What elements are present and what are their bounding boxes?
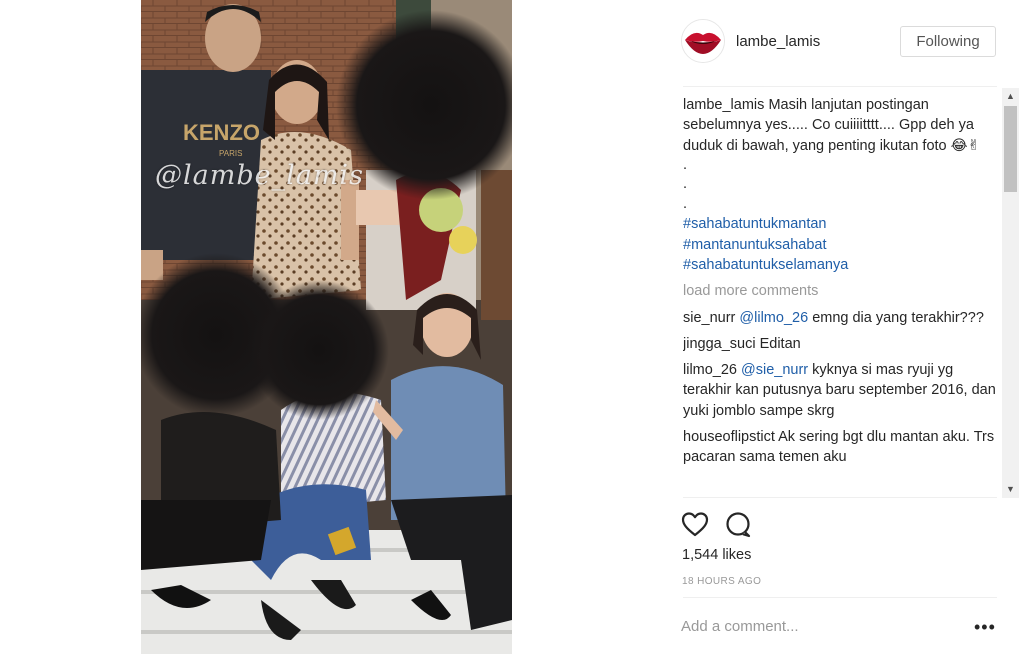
comment-text: Editan bbox=[759, 335, 801, 352]
comment-text: emng dia yang terakhir??? bbox=[812, 309, 984, 326]
hashtag-link[interactable]: #sahabatuntukmantan bbox=[683, 214, 1001, 234]
more-options-icon[interactable]: ••• bbox=[974, 618, 996, 636]
header-divider bbox=[683, 86, 997, 87]
post-timestamp[interactable]: 18 HOURS AGO bbox=[682, 576, 761, 587]
load-more-comments-link[interactable]: load more comments bbox=[683, 281, 1001, 301]
caption-dots: . . . bbox=[683, 156, 1001, 215]
comment-item: lilmo_26 @sie_nurr kyknya si mas ryuji y… bbox=[683, 360, 1001, 421]
svg-text:KENZO: KENZO bbox=[183, 120, 260, 145]
comment-username[interactable]: jingga_suci bbox=[683, 336, 756, 352]
comment-username[interactable]: lilmo_26 bbox=[683, 362, 737, 378]
author-avatar[interactable] bbox=[681, 19, 725, 63]
comment-username[interactable]: sie_nurr bbox=[683, 310, 735, 326]
comment-mention[interactable]: @sie_nurr bbox=[741, 362, 808, 378]
hashtag-link[interactable]: #sahabatuntukselamanya bbox=[683, 255, 1001, 275]
post-detail-panel: lambe_lamis Following lambe_lamis Masih … bbox=[667, 0, 1024, 654]
speech-bubble-icon[interactable] bbox=[724, 511, 752, 539]
add-comment-input[interactable] bbox=[681, 612, 951, 640]
comment-item: houseoflipstict Ak sering bgt dlu mantan… bbox=[683, 427, 1001, 468]
caption-dot: . bbox=[683, 176, 688, 193]
comment-item: sie_nurr @lilmo_26 emng dia yang terakhi… bbox=[683, 308, 1001, 328]
actions-divider bbox=[683, 497, 997, 498]
comment-username[interactable]: houseoflipstict bbox=[683, 429, 775, 445]
comments-scrollbar[interactable]: ▲ ▼ bbox=[1002, 88, 1019, 498]
caption-dot: . bbox=[683, 195, 688, 212]
post-header: lambe_lamis Following bbox=[667, 0, 1024, 85]
svg-text:PARIS: PARIS bbox=[219, 149, 242, 158]
hashtag-link[interactable]: #mantanuntuksahabat bbox=[683, 235, 1001, 255]
caption-dot: . bbox=[683, 156, 688, 173]
footer-divider bbox=[683, 597, 997, 598]
scroll-down-icon[interactable]: ▼ bbox=[1002, 481, 1019, 498]
comment-mention[interactable]: @lilmo_26 bbox=[739, 310, 808, 326]
following-button[interactable]: Following bbox=[900, 26, 996, 57]
heart-icon[interactable] bbox=[681, 511, 709, 539]
comment-item: jingga_suci Editan bbox=[683, 334, 1001, 354]
post-photo[interactable]: KENZO PARIS @lambe_lamis bbox=[141, 0, 512, 654]
photo-watermark: @lambe_lamis bbox=[155, 160, 364, 191]
caption-username[interactable]: lambe_lamis bbox=[683, 97, 764, 113]
likes-count[interactable]: 1,544 likes bbox=[682, 547, 751, 563]
scroll-up-icon[interactable]: ▲ bbox=[1002, 88, 1019, 105]
comments-list[interactable]: lambe_lamis Masih lanjutan postingan seb… bbox=[683, 95, 1001, 497]
author-username[interactable]: lambe_lamis bbox=[736, 33, 820, 50]
scroll-thumb[interactable] bbox=[1004, 106, 1017, 192]
post-caption: lambe_lamis Masih lanjutan postingan seb… bbox=[683, 95, 1001, 156]
